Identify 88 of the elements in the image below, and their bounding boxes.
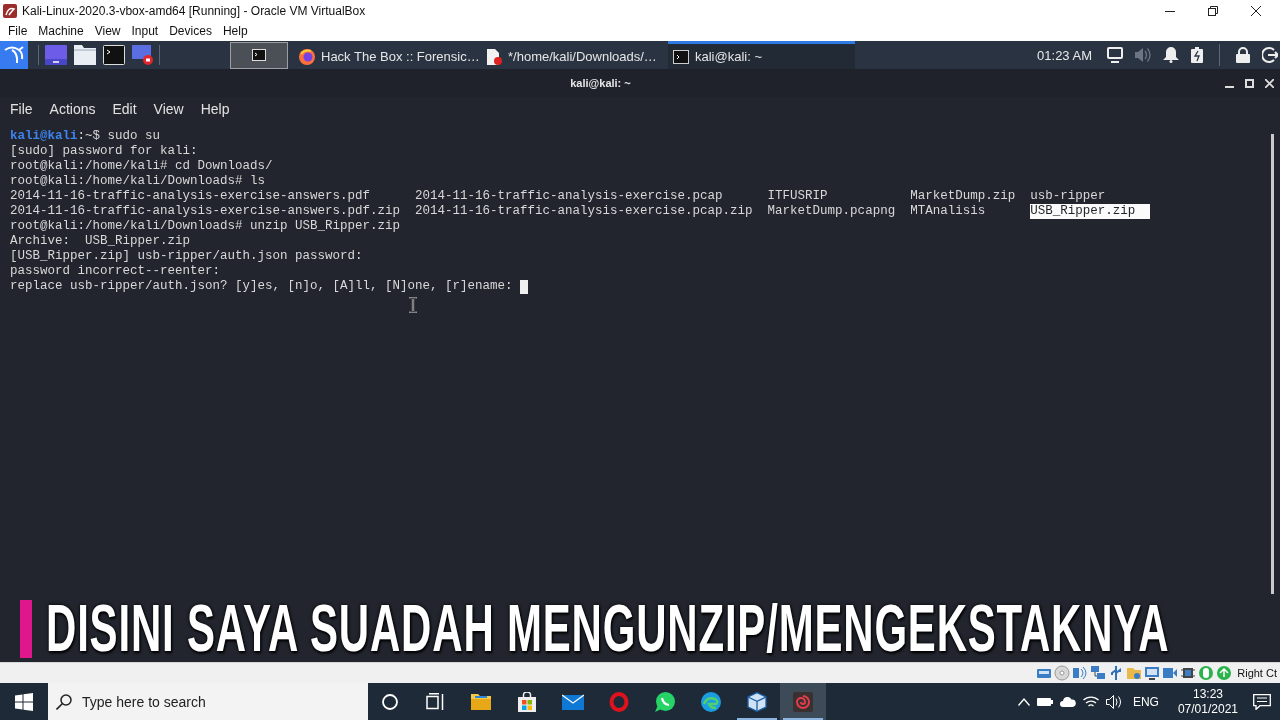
close-icon[interactable] xyxy=(1251,5,1261,16)
clock-date[interactable]: 07/01/2021 xyxy=(1177,701,1238,717)
shared-folder-icon[interactable] xyxy=(1126,665,1143,681)
terminal-line: root@kali:/home/kali/Downloads# ls xyxy=(10,174,267,189)
battery-icon[interactable] xyxy=(1036,696,1053,707)
workspace-button[interactable] xyxy=(230,41,288,69)
language-indicator[interactable]: ENG xyxy=(1132,694,1159,709)
folder-icon[interactable] xyxy=(74,45,96,65)
file-name[interactable]: MarketDump.pcapng xyxy=(767,204,896,219)
taskbar-button[interactable] xyxy=(780,683,826,720)
menu-item[interactable]: Help xyxy=(222,24,248,38)
file-name[interactable]: 2014-11-16-traffic-analysis-exercise-answers.pdf xyxy=(10,189,371,204)
caption-marker-icon xyxy=(20,600,32,658)
file-name[interactable]: 2014-11-16-traffic-analysis-exercise.pcap xyxy=(415,189,723,204)
logout-icon[interactable] xyxy=(1262,47,1278,63)
cloud-icon[interactable] xyxy=(1059,696,1076,707)
screen-icon[interactable] xyxy=(45,45,67,65)
terminal-line: root@kali:/home/kali/Downloads# unzip USB_Ripper.zip xyxy=(10,219,402,234)
lock-icon[interactable] xyxy=(1236,47,1250,63)
terminal-line: root@kali:/home/kali# cd Downloads/ xyxy=(10,159,274,174)
notification-icon[interactable] xyxy=(1253,693,1271,710)
bell-icon[interactable] xyxy=(1163,47,1179,63)
menu-item[interactable]: View xyxy=(153,100,184,117)
menu-item[interactable]: View xyxy=(94,24,121,38)
terminal-icon xyxy=(252,49,266,61)
file-name[interactable]: USB_Ripper.zip xyxy=(1030,204,1151,219)
audio-icon[interactable] xyxy=(1072,665,1089,681)
clock-time[interactable]: 13:23 xyxy=(1192,686,1223,702)
window-title: Kali-Linux-2020.3-vbox-amd64 [Running] - Oracle VM VirtualBox xyxy=(22,3,366,18)
chat-bubble-icon xyxy=(655,691,675,712)
task-button[interactable]: kali@kali: ~ xyxy=(668,41,855,69)
wifi-icon[interactable] xyxy=(1082,695,1099,708)
search-icon[interactable] xyxy=(56,693,72,710)
scrollbar[interactable] xyxy=(1271,134,1274,594)
terminal-line: [sudo] password for kali: xyxy=(10,144,199,159)
menu-item[interactable]: Machine xyxy=(38,24,84,38)
task-button[interactable]: */home/kali/Downloads/… xyxy=(481,41,668,69)
menu-item[interactable]: Devices xyxy=(169,24,212,38)
speaker-icon[interactable] xyxy=(1105,694,1122,709)
window-title: kali@kali: ~ xyxy=(569,77,632,89)
file-name[interactable]: 2014-11-16-traffic-analysis-exercise-answers.pdf.zip xyxy=(10,204,401,219)
cube-icon xyxy=(747,691,767,712)
caption-text: DISINI SAYA SUADAH MENGUNZIP/MENGEKSTAKNYA xyxy=(46,595,1170,662)
document-icon xyxy=(486,48,502,65)
swirl-icon xyxy=(701,691,721,712)
network-icon[interactable] xyxy=(1090,665,1107,681)
spiral-icon xyxy=(793,691,813,712)
restore-icon[interactable] xyxy=(1208,5,1218,16)
terminal-line: password incorrect--reenter: xyxy=(10,264,222,279)
terminal-line: kali@kali:~$ sudo su xyxy=(10,129,162,144)
file-name[interactable]: MTAnalisis xyxy=(910,204,986,219)
chevron-up-icon[interactable] xyxy=(1017,697,1030,706)
video-capture-icon[interactable] xyxy=(1162,665,1179,681)
monitor-icon[interactable] xyxy=(1107,47,1123,63)
menu-item[interactable]: File xyxy=(10,100,33,117)
file-name[interactable]: ITFUSRIP xyxy=(767,189,828,204)
task-view-icon[interactable] xyxy=(426,693,444,710)
screen-record-icon[interactable] xyxy=(132,45,154,65)
cpu-icon[interactable] xyxy=(1180,665,1197,681)
logo-icon[interactable] xyxy=(0,41,28,69)
maximize-icon[interactable] xyxy=(1245,78,1254,88)
start-icon xyxy=(15,692,33,711)
ring-icon xyxy=(609,691,629,712)
menu-item[interactable]: File xyxy=(8,24,28,38)
browser-icon xyxy=(299,48,315,65)
app-logo-icon xyxy=(3,3,17,18)
menu-item[interactable]: Edit xyxy=(112,100,137,117)
task-button[interactable]: Hack The Box :: Forensic… xyxy=(294,41,481,69)
terminal-icon xyxy=(673,48,689,65)
terminal-line: Archive: USB_Ripper.zip xyxy=(10,234,192,249)
block-cursor-icon xyxy=(520,279,529,294)
text-pointer-icon xyxy=(409,297,417,313)
terminal-line: [USB_Ripper.zip] usb-ripper/auth.json password: xyxy=(10,249,364,264)
display-icon[interactable] xyxy=(1144,665,1161,681)
shopping-bag-icon xyxy=(517,691,537,712)
menu-item[interactable]: Input xyxy=(131,24,159,38)
terminal-line: replace usb-ripper/auth.json? [y]es, [n]o, [A]ll, [N]one, [r]ename: xyxy=(10,279,513,294)
file-name[interactable]: usb-ripper xyxy=(1030,189,1106,204)
clock[interactable]: 01:23 AM xyxy=(1037,47,1092,63)
host-key-label: Right Ct xyxy=(1237,667,1277,679)
battery-icon[interactable] xyxy=(1191,47,1203,63)
file-name[interactable]: MarketDump.zip xyxy=(910,189,1016,204)
menu-item[interactable]: Help xyxy=(200,100,230,117)
terminal-icon[interactable] xyxy=(103,45,125,65)
file-name[interactable]: 2014-11-16-traffic-analysis-exercise.pcap.zip xyxy=(415,204,753,219)
menu-item[interactable]: Actions xyxy=(49,100,96,117)
circle-icon[interactable] xyxy=(382,693,398,710)
folder-icon xyxy=(471,691,491,712)
